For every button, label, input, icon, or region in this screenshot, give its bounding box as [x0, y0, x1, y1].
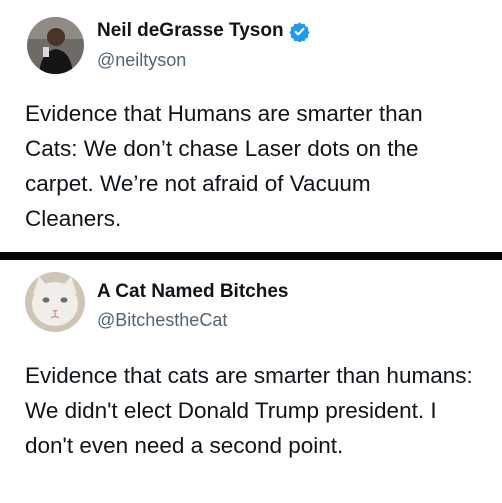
handle[interactable]: @neiltyson	[97, 50, 186, 71]
divider	[0, 252, 502, 260]
tweet-text: Evidence that cats are smarter than huma…	[25, 363, 473, 458]
tweet-cat-named-bitches: A Cat Named Bitches @BitchestheCat Evide…	[0, 260, 502, 503]
display-name[interactable]: A Cat Named Bitches	[97, 281, 288, 303]
tweet-neil-tyson: Neil deGrasse Tyson @neiltyson Evidence …	[0, 0, 502, 252]
avatar-photo-icon	[27, 17, 84, 74]
tweet-text: Evidence that Humans are smarter than Ca…	[25, 101, 423, 231]
display-name[interactable]: Neil deGrasse Tyson	[97, 20, 284, 42]
handle[interactable]: @BitchestheCat	[97, 310, 227, 331]
verified-badge-icon	[288, 21, 310, 42]
name-row: A Cat Named Bitches	[97, 281, 288, 303]
name-row: Neil deGrasse Tyson	[97, 20, 310, 42]
avatar-cat[interactable]	[25, 272, 85, 332]
avatar-cat-icon	[25, 272, 85, 332]
avatar-neil-tyson[interactable]	[27, 17, 84, 74]
